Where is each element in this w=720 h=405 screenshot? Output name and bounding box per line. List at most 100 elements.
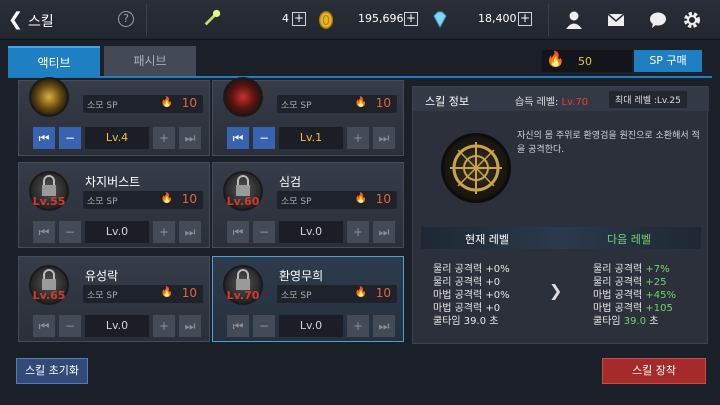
gold-count: 195,696 [358, 12, 404, 25]
flame-icon: 🔥 [354, 97, 367, 108]
decrease-level-button[interactable]: − [59, 315, 81, 337]
mail-icon[interactable] [606, 10, 626, 30]
stat-value: +105 [645, 303, 673, 314]
max-level-button[interactable]: ⏭ [179, 315, 201, 337]
skill-name: 환영무희 [279, 269, 324, 283]
sp-cost-value: 10 [375, 96, 391, 110]
sp-cost-label: 소모 SP [87, 101, 118, 111]
skill-emblem-icon [450, 142, 502, 194]
skill-name: 차지버스트 [85, 175, 141, 189]
decrease-level-button[interactable]: − [253, 221, 275, 243]
current-stats: 물리 공격력 +0% 물리 공격력 +0 마법 공격력 +0% 마법 공격력 +… [433, 263, 510, 328]
level-controls: ⏮ − Lv.0 + ⏭ [227, 221, 395, 243]
decrease-level-button[interactable]: − [59, 127, 81, 149]
decrease-level-button[interactable]: − [253, 127, 275, 149]
skill-icon [29, 77, 69, 117]
stat-label: 물리 공격력 [433, 264, 483, 275]
gold-coin-icon [318, 11, 334, 29]
unlock-level: Lv.65 [32, 289, 66, 302]
unlock-level: Lv.70 [226, 289, 260, 302]
min-level-button[interactable]: ⏮ [33, 315, 55, 337]
sp-cost-label: 소모 SP [87, 197, 118, 207]
skill-equip-button[interactable]: 스킬 장착 [602, 358, 706, 384]
min-level-button[interactable]: ⏮ [227, 221, 249, 243]
back-arrow-icon[interactable]: ❮ [8, 9, 23, 30]
flame-icon: 🔥 [546, 50, 565, 68]
chat-icon[interactable] [648, 10, 668, 30]
max-level-button[interactable]: ⏭ [373, 315, 395, 337]
increase-level-button[interactable]: + [153, 127, 175, 149]
person-icon[interactable] [564, 10, 584, 30]
sp-buy-button[interactable]: SP 구매 [634, 50, 702, 72]
max-level-button[interactable]: ⏭ [373, 127, 395, 149]
help-icon[interactable]: ? [118, 11, 134, 27]
gear-icon[interactable] [682, 10, 702, 30]
sp-cost-label: 소모 SP [281, 101, 312, 111]
max-level: 최대 레벨 :Lv.25 [609, 91, 687, 108]
sp-cost-value: 10 [375, 286, 391, 300]
max-level-button[interactable]: ⏭ [179, 127, 201, 149]
skill-card[interactable]: 소모 SP 🔥 10 ⏮ − Lv.1 + ⏭ [212, 77, 404, 156]
stat-row: 물리 공격력 +0% [433, 263, 510, 276]
stat-value: 39.0 초 [463, 316, 499, 327]
increase-level-button[interactable]: + [347, 127, 369, 149]
stat-row: 쿨타임 39.0 초 [593, 315, 676, 328]
stat-label: 마법 공격력 [593, 290, 643, 301]
stat-value: +0% [485, 264, 510, 275]
max-level-button[interactable]: ⏭ [373, 221, 395, 243]
acquire-value: Lv.70 [561, 97, 589, 108]
min-level-button[interactable]: ⏮ [33, 127, 55, 149]
min-level-button[interactable]: ⏮ [227, 315, 249, 337]
sp-cost: 소모 SP 🔥 10 [83, 191, 203, 209]
level-value: Lv.4 [85, 127, 149, 149]
skill-icon [223, 77, 263, 117]
divider [146, 4, 147, 36]
next-stats: 물리 공격력 +7% 물리 공격력 +25 마법 공격력 +45% 마법 공격력… [593, 263, 676, 328]
increase-level-button[interactable]: + [347, 221, 369, 243]
stat-label: 물리 공격력 [593, 277, 643, 288]
add-gold-button[interactable]: + [404, 12, 418, 26]
skill-card-selected[interactable]: Lv.70 환영무희 소모 SP 🔥 10 ⏮ − Lv.0 + ⏭ [212, 256, 404, 342]
stat-label: 마법 공격력 [593, 303, 643, 314]
flame-icon: 🔥 [354, 287, 367, 298]
gem-icon [433, 11, 447, 29]
stat-row: 물리 공격력 +25 [593, 276, 676, 289]
skill-card[interactable]: Lv.60 심검 소모 SP 🔥 10 ⏮ − Lv.0 + ⏭ [212, 162, 404, 248]
level-compare-header: 현재 레벨 다음 레벨 [421, 227, 701, 249]
increase-level-button[interactable]: + [347, 315, 369, 337]
tab-active[interactable]: 액티브 [8, 46, 100, 76]
min-level-button[interactable]: ⏮ [33, 221, 55, 243]
level-controls: ⏮ − Lv.1 + ⏭ [227, 127, 395, 149]
level-value: Lv.0 [85, 315, 149, 337]
sp-cost-value: 10 [181, 96, 197, 110]
stat-value: +45% [645, 290, 676, 301]
stat-value: 39.0 [623, 316, 647, 327]
skill-card[interactable]: Lv.65 유성락 소모 SP 🔥 10 ⏮ − Lv.0 + ⏭ [18, 256, 210, 342]
increase-level-button[interactable]: + [153, 315, 175, 337]
ticket-count: 4 [282, 12, 289, 25]
stat-unit: 초 [649, 316, 659, 327]
sp-cost-label: 소모 SP [281, 291, 312, 301]
sp-cost: 소모 SP 🔥 10 [277, 95, 397, 113]
stat-label: 쿨타임 [433, 316, 461, 327]
max-level-button[interactable]: ⏭ [179, 221, 201, 243]
min-level-button[interactable]: ⏮ [227, 127, 249, 149]
flame-icon: 🔥 [160, 97, 173, 108]
stat-label: 물리 공격력 [433, 277, 483, 288]
skill-card[interactable]: Lv.55 차지버스트 소모 SP 🔥 10 ⏮ − Lv.0 + ⏭ [18, 162, 210, 248]
decrease-level-button[interactable]: − [253, 315, 275, 337]
skill-reset-button[interactable]: 스킬 초기화 [16, 358, 88, 384]
level-controls: ⏮ − Lv.0 + ⏭ [33, 315, 201, 337]
skill-card[interactable]: 소모 SP 🔥 10 ⏮ − Lv.4 + ⏭ [18, 77, 210, 156]
sp-cost-value: 10 [181, 286, 197, 300]
flame-icon: 🔥 [160, 287, 173, 298]
increase-level-button[interactable]: + [153, 221, 175, 243]
decrease-level-button[interactable]: − [59, 221, 81, 243]
add-ticket-button[interactable]: + [292, 12, 306, 26]
stat-label: 물리 공격력 [593, 264, 643, 275]
current-level-label: 현재 레벨 [465, 233, 509, 246]
stat-row: 물리 공격력 +7% [593, 263, 676, 276]
level-controls: ⏮ − Lv.0 + ⏭ [227, 315, 395, 337]
tab-passive[interactable]: 패시브 [104, 46, 196, 76]
add-gem-button[interactable]: + [518, 12, 532, 26]
